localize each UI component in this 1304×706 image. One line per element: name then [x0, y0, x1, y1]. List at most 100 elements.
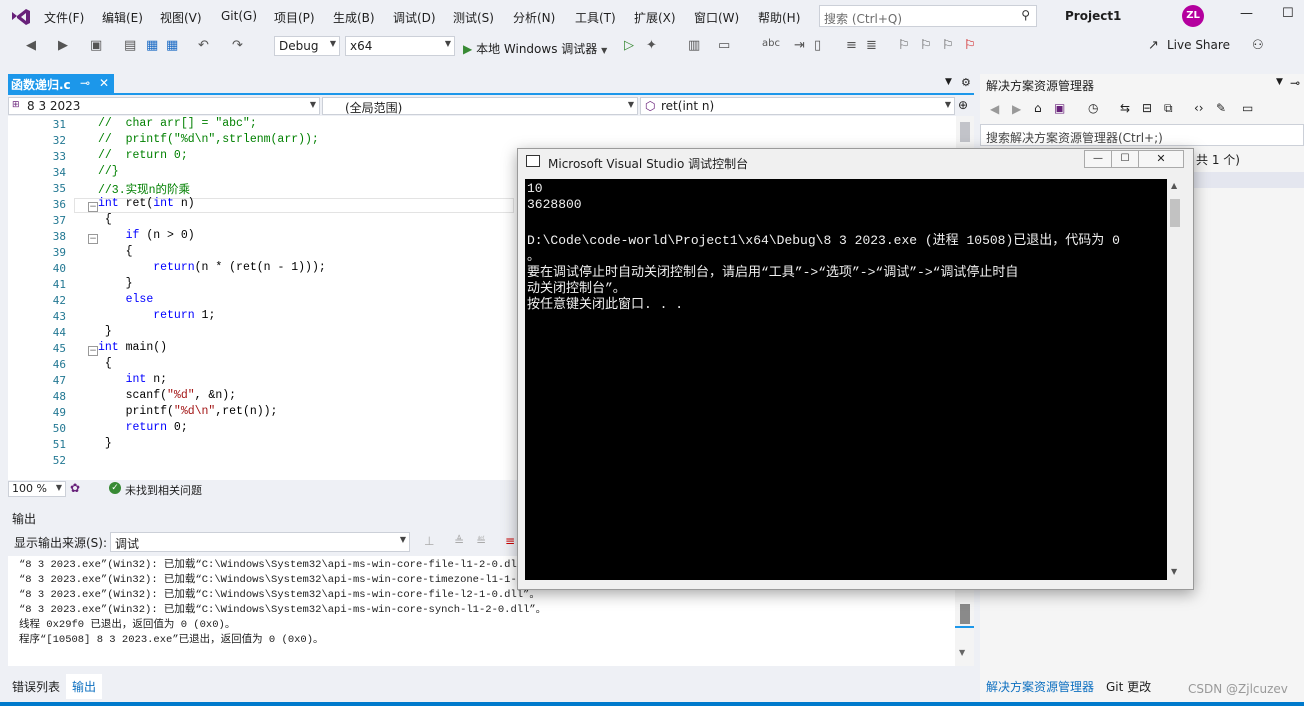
line-number: 46 [52, 358, 66, 371]
gear-icon[interactable]: ⚙ [961, 76, 971, 89]
menu-window[interactable]: 窗口(W) [694, 9, 739, 26]
open-folder-icon[interactable]: ▤ [124, 38, 136, 53]
back-icon[interactable]: ◀ [26, 38, 36, 53]
uncomment-icon[interactable]: ≣ [866, 38, 877, 53]
tab-list-dropdown-icon[interactable]: ▼ [945, 77, 952, 87]
tab-output[interactable]: 输出 [66, 674, 103, 699]
switch-views-icon[interactable]: ▣ [1054, 101, 1065, 115]
clear-all-icon[interactable]: ≡ [505, 534, 515, 548]
bookmark-icon[interactable]: ⚐ [898, 38, 910, 53]
live-share-button[interactable]: Live Share [1167, 38, 1230, 52]
configuration-dropdown[interactable]: Debug ▼ [274, 36, 340, 56]
scrollbar-thumb[interactable] [1170, 199, 1180, 227]
save-all-icon[interactable]: ▦ [166, 38, 178, 53]
wrench-icon[interactable]: ✎ [1216, 101, 1226, 115]
console-scrollbar[interactable]: ▲ ▼ [1167, 179, 1184, 580]
feedback-icon[interactable]: ⚇ [1252, 38, 1264, 53]
next-message-icon[interactable]: ≝ [476, 534, 486, 548]
view-code-icon[interactable]: ‹› [1194, 101, 1204, 115]
scroll-up-icon[interactable]: ▲ [1171, 181, 1177, 190]
undo-icon[interactable]: ↶ [198, 38, 209, 53]
panel-options-icon[interactable]: ▼ [1276, 77, 1283, 87]
forward-icon[interactable]: ▶ [58, 38, 68, 53]
prev-bookmark-icon[interactable]: ⚐ [920, 38, 932, 53]
minimize-icon[interactable]: — [1084, 150, 1112, 168]
tab-solution-explorer[interactable]: 解决方案资源管理器 [986, 678, 1094, 695]
format-icon[interactable]: ▯ [814, 38, 821, 53]
member-nav-dropdown[interactable]: ⬡ ret(int n) ▼ [640, 97, 955, 115]
scrollbar-thumb[interactable] [960, 122, 970, 142]
back-icon[interactable]: ◀ [990, 102, 999, 116]
menu-help[interactable]: 帮助(H) [758, 9, 800, 26]
menu-analyze[interactable]: 分析(N) [513, 9, 555, 26]
start-debugging-button[interactable]: ▶ 本地 Windows 调试器 ▼ [463, 40, 607, 57]
scroll-down-icon[interactable]: ▼ [1171, 567, 1177, 576]
solution-folder-icon[interactable]: ▥ [688, 38, 700, 53]
preview-icon[interactable]: ▭ [1242, 101, 1253, 115]
scope-nav-dropdown[interactable]: (全局范围) ▼ [322, 97, 638, 115]
maximize-icon[interactable]: ☐ [1282, 6, 1294, 21]
output-source-dropdown[interactable]: 调试 ▼ [110, 532, 410, 552]
fold-toggle[interactable]: − [88, 202, 98, 212]
issues-status: 未找到相关问题 [125, 484, 202, 497]
scrollbar-thumb[interactable] [960, 604, 970, 624]
collapse-all-icon[interactable]: ⊟ [1142, 101, 1152, 115]
hot-reload-icon[interactable]: ✦ [646, 38, 657, 53]
line-number: 49 [52, 406, 66, 419]
debug-console-window[interactable]: Microsoft Visual Studio 调试控制台 — ☐ ✕ 10 36… [517, 148, 1194, 590]
save-icon[interactable]: ▦ [146, 38, 158, 53]
scroll-down-icon[interactable]: ▼ [959, 648, 965, 657]
fold-toggle[interactable]: − [88, 234, 98, 244]
fold-toggle[interactable]: − [88, 346, 98, 356]
new-project-icon[interactable]: ▣ [90, 38, 102, 53]
pending-changes-icon[interactable]: ◷ [1088, 101, 1098, 115]
menu-view[interactable]: 视图(V) [160, 9, 202, 26]
menu-debug[interactable]: 调试(D) [393, 9, 436, 26]
tab-error-list[interactable]: 错误列表 [12, 678, 60, 695]
code-line: int n; [125, 373, 168, 386]
project-nav-dropdown[interactable]: ⊞ 8 3 2023 ▼ [8, 97, 320, 115]
menu-build[interactable]: 生成(B) [333, 9, 375, 26]
solution-explorer-title: 解决方案资源管理器 [986, 79, 1095, 93]
clear-bookmarks-icon[interactable]: ⚐ [964, 38, 976, 53]
code-line: if (n > 0) [125, 229, 195, 242]
next-bookmark-icon[interactable]: ⚐ [942, 38, 954, 53]
menu-project[interactable]: 项目(P) [274, 9, 315, 26]
minimize-icon[interactable]: — [1240, 6, 1253, 21]
live-share-icon[interactable]: ↗ [1148, 38, 1159, 53]
menu-file[interactable]: 文件(F) [44, 9, 84, 26]
pin-icon[interactable]: ⊸ [1290, 76, 1300, 90]
layout-icon[interactable]: ▭ [718, 38, 730, 53]
sync-icon[interactable]: ⇆ [1120, 101, 1130, 115]
forward-icon[interactable]: ▶ [1012, 102, 1021, 116]
menu-extensions[interactable]: 扩展(X) [634, 9, 676, 26]
home-icon[interactable]: ⌂ [1034, 101, 1042, 115]
zoom-dropdown[interactable]: 100 % ▼ [8, 481, 66, 497]
close-icon[interactable]: ✕ [1138, 150, 1184, 168]
search-input[interactable]: 搜索 (Ctrl+Q) ⚲ [819, 5, 1037, 27]
console-output[interactable]: 10 3628800 D:\Code\code-world\Project1\x64… [525, 179, 1167, 580]
close-icon[interactable]: ✕ [99, 76, 109, 90]
step-icon[interactable]: ⇥ [794, 38, 805, 53]
menu-edit[interactable]: 编辑(E) [102, 9, 143, 26]
comment-icon[interactable]: ≡ [846, 38, 857, 53]
function-icon: ⬡ [645, 99, 656, 113]
menu-git[interactable]: Git(G) [221, 9, 257, 23]
redo-icon[interactable]: ↷ [232, 38, 243, 53]
solution-search-input[interactable]: 搜索解决方案资源管理器(Ctrl+;) [980, 124, 1304, 146]
pin-icon[interactable]: ⊸ [80, 76, 90, 90]
intellicode-icon[interactable]: ✿ [70, 481, 80, 495]
tab-git-changes[interactable]: Git 更改 [1106, 678, 1151, 695]
avatar[interactable]: ZL [1182, 5, 1204, 27]
menu-test[interactable]: 测试(S) [453, 9, 494, 26]
platform-dropdown[interactable]: x64 ▼ [345, 36, 455, 56]
split-icon[interactable]: ⊕ [958, 98, 968, 112]
menu-tools[interactable]: 工具(T) [575, 9, 616, 26]
find-icon[interactable]: ⊥ [424, 534, 434, 548]
prev-message-icon[interactable]: ≜ [454, 534, 464, 548]
show-all-files-icon[interactable]: ⧉ [1164, 101, 1173, 116]
tab-function-recursion[interactable]: 函数递归.c ⊸ ✕ [8, 74, 114, 93]
maximize-icon[interactable]: ☐ [1111, 150, 1139, 168]
spell-check-icon[interactable]: abc [762, 38, 780, 49]
start-without-debugging-icon[interactable]: ▷ [624, 38, 634, 53]
